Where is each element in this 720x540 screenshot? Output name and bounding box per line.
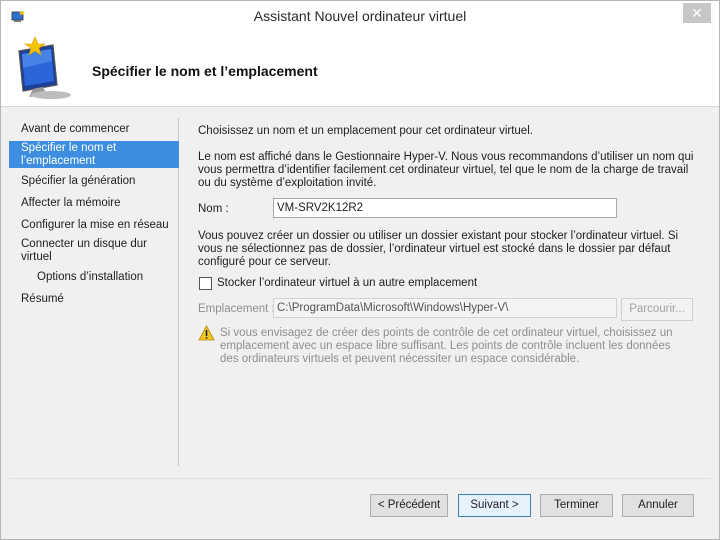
- title-bar: Assistant Nouvel ordinateur virtuel ✕: [1, 1, 719, 31]
- wizard-steps-nav: Avant de commencer Spécifier le nom et l…: [9, 118, 179, 466]
- new-vm-monitor-icon: [13, 35, 75, 101]
- wizard-header: Spécifier le nom et l’emplacement: [1, 31, 719, 107]
- nav-item-installation-options[interactable]: Options d’installation: [9, 271, 179, 284]
- wizard-window: Assistant Nouvel ordinateur virtuel ✕ Sp…: [0, 0, 720, 540]
- location-label: Emplacement :: [198, 303, 275, 315]
- nav-item-virtual-hard-disk[interactable]: Connecter un disque dur virtuel: [9, 238, 159, 264]
- warning-icon: [198, 325, 215, 341]
- nav-item-networking[interactable]: Configurer la mise en réseau: [9, 219, 179, 232]
- nav-item-memory[interactable]: Affecter la mémoire: [9, 197, 179, 210]
- name-input[interactable]: VM-SRV2K12R2: [273, 198, 617, 218]
- checkpoint-warning-text: Si vous envisagez de créer des points de…: [220, 327, 673, 365]
- nav-item-summary[interactable]: Résumé: [9, 293, 179, 306]
- previous-button[interactable]: < Précédent: [370, 494, 448, 517]
- close-button[interactable]: ✕: [683, 3, 711, 23]
- cancel-button[interactable]: Annuler: [622, 494, 694, 517]
- store-elsewhere-checkbox[interactable]: [199, 277, 212, 290]
- window-title: Assistant Nouvel ordinateur virtuel: [253, 8, 467, 24]
- intro-text: Choisissez un nom et un emplacement pour…: [198, 125, 533, 137]
- store-elsewhere-label[interactable]: Stocker l’ordinateur virtuel à un autre …: [217, 277, 477, 290]
- name-help-text: Le nom est affiché dans le Gestionnaire …: [198, 151, 694, 189]
- finish-button[interactable]: Terminer: [540, 494, 613, 517]
- browse-button[interactable]: Parcourir...: [621, 298, 693, 321]
- nav-item-name-location[interactable]: Spécifier le nom et l’emplacement: [9, 141, 179, 168]
- name-label: Nom :: [198, 203, 229, 215]
- next-button[interactable]: Suivant >: [458, 494, 531, 517]
- location-input[interactable]: C:\ProgramData\Microsoft\Windows\Hyper-V…: [273, 298, 617, 318]
- page-title: Spécifier le nom et l’emplacement: [92, 63, 318, 79]
- nav-item-before-you-begin[interactable]: Avant de commencer: [9, 123, 179, 136]
- footer-divider: [9, 478, 711, 479]
- nav-item-generation[interactable]: Spécifier la génération: [9, 175, 179, 188]
- folder-help-text: Vous pouvez créer un dossier ou utiliser…: [198, 230, 679, 268]
